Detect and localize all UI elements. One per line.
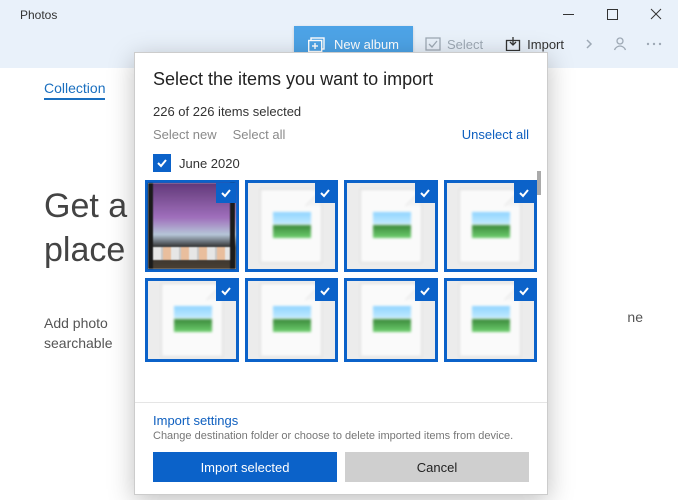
thumbnail-item[interactable]	[245, 180, 339, 272]
check-icon	[518, 285, 530, 297]
maximize-icon	[607, 9, 618, 20]
thumbnail-checkmark[interactable]	[514, 281, 534, 301]
scrollbar-thumb[interactable]	[537, 171, 541, 195]
tab-collection[interactable]: Collection	[44, 80, 105, 100]
thumbnail-item[interactable]	[444, 278, 538, 362]
select-new-link[interactable]: Select new	[153, 127, 217, 142]
thumbnail-item[interactable]	[344, 278, 438, 362]
select-all-link[interactable]: Select all	[233, 127, 286, 142]
selection-count: 226 of 226 items selected	[153, 104, 529, 119]
select-label: Select	[447, 37, 483, 52]
import-selected-button[interactable]: Import selected	[153, 452, 337, 482]
generic-thumbnail	[459, 189, 521, 263]
import-settings-desc: Change destination folder or choose to d…	[153, 430, 529, 442]
generic-thumbnail	[260, 283, 322, 357]
background-right-fragment: ne	[627, 308, 643, 328]
more-button[interactable]	[638, 26, 670, 62]
check-icon	[319, 285, 331, 297]
import-icon	[505, 37, 521, 51]
generic-thumbnail	[260, 189, 322, 263]
new-album-label: New album	[334, 37, 399, 52]
thumbnail-checkmark[interactable]	[216, 281, 236, 301]
thumbnail-checkmark[interactable]	[315, 281, 335, 301]
close-button[interactable]	[634, 0, 678, 28]
dialog-title: Select the items you want to import	[153, 69, 529, 90]
thumbnail-item[interactable]	[344, 180, 438, 272]
import-dialog: Select the items you want to import 226 …	[134, 52, 548, 495]
check-icon	[419, 187, 431, 199]
check-icon	[220, 187, 232, 199]
check-icon	[518, 187, 530, 199]
new-album-icon	[308, 36, 326, 52]
check-icon	[156, 157, 168, 169]
thumbnail-grid	[135, 180, 547, 402]
account-button[interactable]	[604, 26, 636, 62]
unselect-all-link[interactable]: Unselect all	[462, 127, 529, 142]
select-icon	[425, 37, 441, 51]
close-icon	[650, 8, 662, 20]
dialog-footer: Import settings Change destination folde…	[135, 402, 547, 494]
overflow-chevron-button[interactable]	[576, 26, 602, 62]
generic-thumbnail	[161, 283, 223, 357]
thumbnail-item[interactable]	[145, 278, 239, 362]
group-label: June 2020	[179, 156, 240, 171]
maximize-button[interactable]	[590, 0, 634, 28]
thumbnail-item[interactable]	[444, 180, 538, 272]
more-icon	[646, 41, 662, 47]
thumbnail-checkmark[interactable]	[415, 183, 435, 203]
cancel-button[interactable]: Cancel	[345, 452, 529, 482]
window-controls	[546, 0, 678, 28]
generic-thumbnail	[360, 283, 422, 357]
thumbnail-item[interactable]	[145, 180, 239, 272]
import-label: Import	[527, 37, 564, 52]
minimize-icon	[563, 9, 574, 20]
minimize-button[interactable]	[546, 0, 590, 28]
import-settings-link[interactable]: Import settings	[153, 413, 529, 428]
group-header[interactable]: June 2020	[153, 154, 529, 172]
group-checkbox[interactable]	[153, 154, 171, 172]
thumbnail-checkmark[interactable]	[315, 183, 335, 203]
generic-thumbnail	[360, 189, 422, 263]
thumbnail-checkmark[interactable]	[415, 281, 435, 301]
chevron-right-icon	[584, 37, 594, 51]
thumbnail-checkmark[interactable]	[514, 183, 534, 203]
app-title: Photos	[20, 8, 57, 22]
check-icon	[220, 285, 232, 297]
check-icon	[419, 285, 431, 297]
thumbnail-item[interactable]	[245, 278, 339, 362]
check-icon	[319, 187, 331, 199]
thumbnail-checkmark[interactable]	[216, 183, 236, 203]
generic-thumbnail	[459, 283, 521, 357]
person-icon	[612, 36, 628, 52]
